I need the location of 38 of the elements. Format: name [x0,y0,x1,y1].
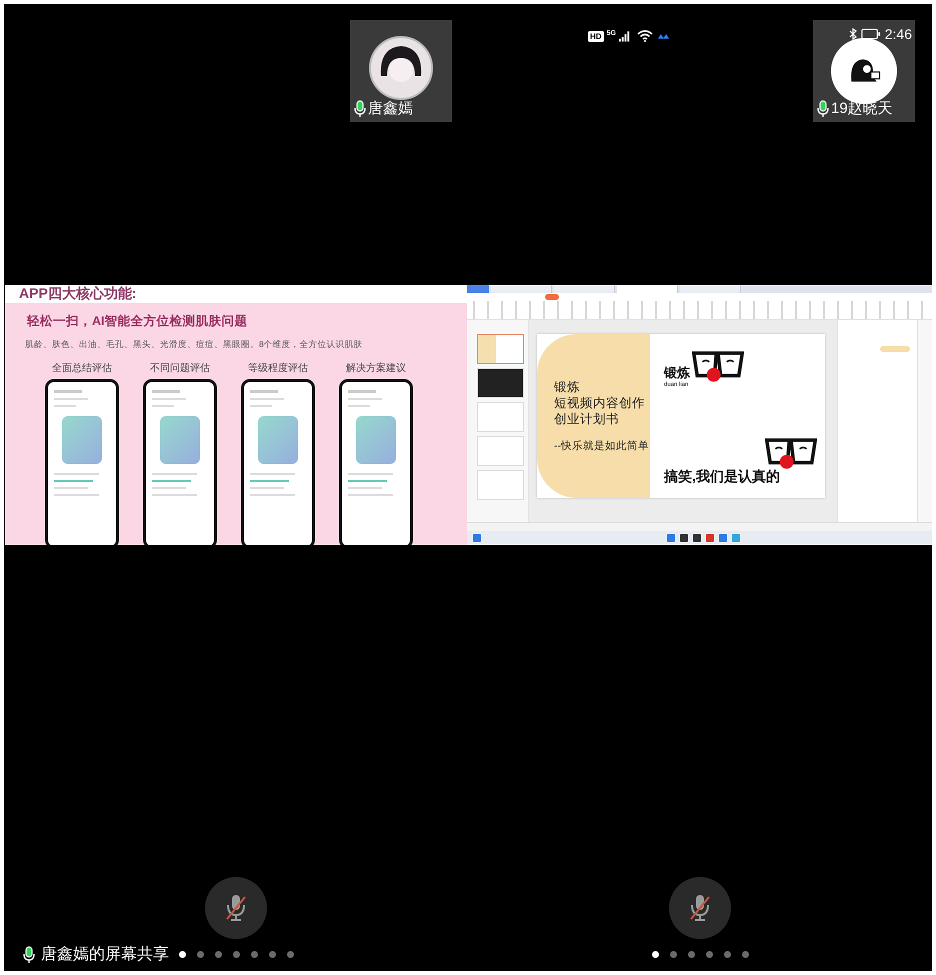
microphone-icon [23,946,35,964]
page-indicator-dot[interactable] [652,950,658,958]
page-indicator-dot[interactable] [178,950,186,958]
slide-header: APP四大核心功能: [19,285,136,303]
muted-microphone-icon [224,893,248,923]
page-indicator-dot[interactable] [724,950,730,958]
bluetooth-icon [848,28,857,40]
clock-time: 2:46 [884,26,912,42]
battery-icon [860,28,881,40]
wifi-icon [636,30,653,42]
participant-name: 唐鑫嫣 [368,99,413,118]
slide-headline: 轻松一扫，AI智能全方位检测肌肤问题 [27,313,248,330]
participant-tile[interactable]: 唐鑫嫣 [350,20,452,122]
feature-label: 解决方案建议 [346,362,406,375]
page-indicator-dot[interactable] [250,950,258,958]
page-indicator-dot[interactable] [286,950,294,958]
logo-text: 锻炼 [664,364,690,382]
screen-share-caption: 唐鑫嫣的屏幕共享 [41,944,169,965]
slide-title: 锻炼 短视频内容创作 创业计划书 [554,378,646,428]
feature-label: 不同问题评估 [150,362,210,375]
page-indicator-dot[interactable] [706,950,712,958]
page-indicator-dot[interactable] [670,950,676,958]
slide-description: 肌龄、肤色、出油、毛孔、黑头、光滑度、痘痘、黑眼圈。8个维度，全方位认识肌肤 [25,339,364,351]
page-indicator-dot[interactable] [214,950,222,958]
page-indicator-dot[interactable] [196,950,204,958]
slide-slogan: 搞笑,我们是认真的 [664,468,780,486]
page-indicator-dot[interactable] [688,950,694,958]
page-indicator-dot[interactable] [268,950,276,958]
feature-label: 全面总结评估 [52,362,112,375]
feature-label: 等级程度评估 [248,362,308,375]
page-indicator-dot[interactable] [232,950,240,958]
hd-badge: HD [588,30,604,42]
page-indicator-dot[interactable] [742,950,748,958]
signal-icon [618,30,632,42]
slide-subtitle: --快乐就是如此简单 [554,439,650,454]
avatar-silhouette-icon [369,36,433,100]
muted-microphone-icon [688,893,712,923]
mountain-icon [658,33,669,39]
